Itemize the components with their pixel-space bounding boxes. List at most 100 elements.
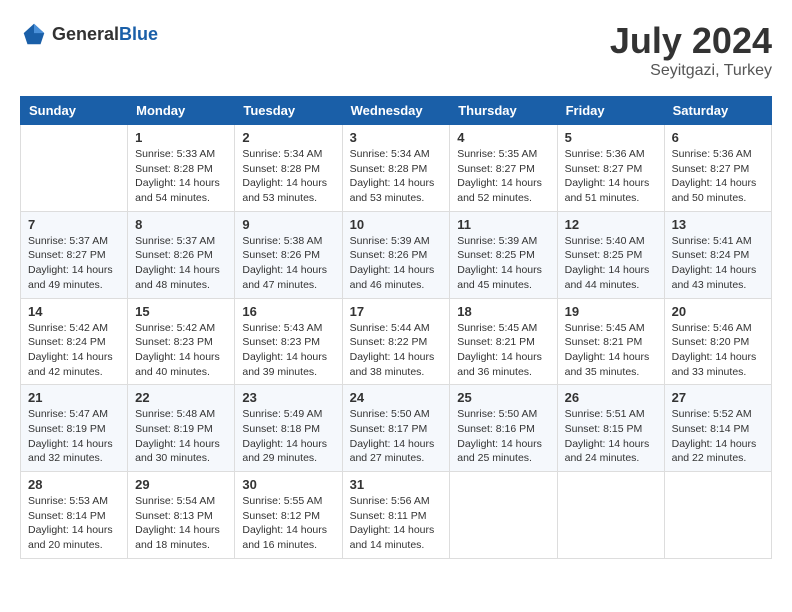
day-info: Sunrise: 5:39 AMSunset: 8:26 PMDaylight:… (350, 234, 443, 293)
day-cell: 14Sunrise: 5:42 AMSunset: 8:24 PMDayligh… (21, 298, 128, 385)
day-info: Sunrise: 5:53 AMSunset: 8:14 PMDaylight:… (28, 494, 120, 553)
week-row-1: 1 Sunrise: 5:33 AMSunset: 8:28 PMDaylight… (21, 125, 772, 212)
day-cell: 27 Sunrise: 5:52 AMSunset: 8:14 PMDayligh… (664, 385, 771, 472)
week-row-3: 14Sunrise: 5:42 AMSunset: 8:24 PMDayligh… (21, 298, 772, 385)
day-info: Sunrise: 5:44 AMSunset: 8:22 PMDaylight:… (350, 321, 443, 380)
day-cell: 2 Sunrise: 5:34 AMSunset: 8:28 PMDaylight… (235, 125, 342, 212)
day-cell: 7 Sunrise: 5:37 AMSunset: 8:27 PMDaylight… (21, 211, 128, 298)
day-cell: 25Sunrise: 5:50 AMSunset: 8:16 PMDayligh… (450, 385, 557, 472)
day-info: Sunrise: 5:50 AMSunset: 8:17 PMDaylight:… (350, 407, 443, 466)
day-info: Sunrise: 5:51 AMSunset: 8:15 PMDaylight:… (565, 407, 657, 466)
day-info: Sunrise: 5:35 AMSunset: 8:27 PMDaylight:… (457, 147, 549, 206)
weekday-header-sunday: Sunday (21, 97, 128, 125)
day-number: 29 (135, 477, 227, 492)
day-number: 21 (28, 390, 120, 405)
day-cell: 11Sunrise: 5:39 AMSunset: 8:25 PMDayligh… (450, 211, 557, 298)
day-info: Sunrise: 5:37 AMSunset: 8:26 PMDaylight:… (135, 234, 227, 293)
day-cell: 8 Sunrise: 5:37 AMSunset: 8:26 PMDaylight… (128, 211, 235, 298)
day-cell: 9 Sunrise: 5:38 AMSunset: 8:26 PMDaylight… (235, 211, 342, 298)
day-cell: 17 Sunrise: 5:44 AMSunset: 8:22 PMDayligh… (342, 298, 450, 385)
logo-text-blue: Blue (119, 24, 158, 44)
weekday-header-friday: Friday (557, 97, 664, 125)
logo-icon (20, 20, 48, 48)
day-info: Sunrise: 5:34 AMSunset: 8:28 PMDaylight:… (242, 147, 334, 206)
day-number: 9 (242, 217, 334, 232)
day-info: Sunrise: 5:45 AMSunset: 8:21 PMDaylight:… (565, 321, 657, 380)
day-info: Sunrise: 5:36 AMSunset: 8:27 PMDaylight:… (672, 147, 764, 206)
day-info: Sunrise: 5:41 AMSunset: 8:24 PMDaylight:… (672, 234, 764, 293)
day-info: Sunrise: 5:43 AMSunset: 8:23 PMDaylight:… (242, 321, 334, 380)
week-row-5: 28Sunrise: 5:53 AMSunset: 8:14 PMDayligh… (21, 472, 772, 559)
day-info: Sunrise: 5:55 AMSunset: 8:12 PMDaylight:… (242, 494, 334, 553)
day-info: Sunrise: 5:34 AMSunset: 8:28 PMDaylight:… (350, 147, 443, 206)
day-number: 11 (457, 217, 549, 232)
day-cell: 5 Sunrise: 5:36 AMSunset: 8:27 PMDaylight… (557, 125, 664, 212)
day-number: 4 (457, 130, 549, 145)
day-number: 12 (565, 217, 657, 232)
day-cell: 18 Sunrise: 5:45 AMSunset: 8:21 PMDayligh… (450, 298, 557, 385)
weekday-header-saturday: Saturday (664, 97, 771, 125)
day-cell: 20 Sunrise: 5:46 AMSunset: 8:20 PMDayligh… (664, 298, 771, 385)
day-number: 26 (565, 390, 657, 405)
weekday-header-monday: Monday (128, 97, 235, 125)
weekday-header-thursday: Thursday (450, 97, 557, 125)
day-number: 31 (350, 477, 443, 492)
day-info: Sunrise: 5:52 AMSunset: 8:14 PMDaylight:… (672, 407, 764, 466)
weekday-header-row: SundayMondayTuesdayWednesdayThursdayFrid… (21, 97, 772, 125)
day-number: 15 (135, 304, 227, 319)
day-number: 20 (672, 304, 764, 319)
day-info: Sunrise: 5:33 AMSunset: 8:28 PMDaylight:… (135, 147, 227, 206)
day-number: 30 (242, 477, 334, 492)
day-info: Sunrise: 5:56 AMSunset: 8:11 PMDaylight:… (350, 494, 443, 553)
day-cell: 29Sunrise: 5:54 AMSunset: 8:13 PMDayligh… (128, 472, 235, 559)
day-number: 8 (135, 217, 227, 232)
day-cell: 15 Sunrise: 5:42 AMSunset: 8:23 PMDayligh… (128, 298, 235, 385)
day-number: 27 (672, 390, 764, 405)
day-info: Sunrise: 5:42 AMSunset: 8:24 PMDaylight:… (28, 321, 120, 380)
day-number: 5 (565, 130, 657, 145)
month-title: July 2024 (610, 20, 772, 62)
day-cell: 6 Sunrise: 5:36 AMSunset: 8:27 PMDaylight… (664, 125, 771, 212)
weekday-header-tuesday: Tuesday (235, 97, 342, 125)
day-cell: 31 Sunrise: 5:56 AMSunset: 8:11 PMDayligh… (342, 472, 450, 559)
day-number: 18 (457, 304, 549, 319)
day-cell: 16 Sunrise: 5:43 AMSunset: 8:23 PMDayligh… (235, 298, 342, 385)
day-info: Sunrise: 5:36 AMSunset: 8:27 PMDaylight:… (565, 147, 657, 206)
day-cell: 28Sunrise: 5:53 AMSunset: 8:14 PMDayligh… (21, 472, 128, 559)
day-number: 13 (672, 217, 764, 232)
page-header: GeneralBlue July 2024 Seyitgazi, Turkey (20, 20, 772, 80)
day-info: Sunrise: 5:37 AMSunset: 8:27 PMDaylight:… (28, 234, 120, 293)
day-number: 2 (242, 130, 334, 145)
day-number: 17 (350, 304, 443, 319)
day-number: 23 (242, 390, 334, 405)
day-cell (21, 125, 128, 212)
location-title: Seyitgazi, Turkey (610, 62, 772, 80)
day-number: 3 (350, 130, 443, 145)
day-number: 25 (457, 390, 549, 405)
day-number: 24 (350, 390, 443, 405)
day-number: 22 (135, 390, 227, 405)
day-info: Sunrise: 5:45 AMSunset: 8:21 PMDaylight:… (457, 321, 549, 380)
day-cell (557, 472, 664, 559)
week-row-4: 21 Sunrise: 5:47 AMSunset: 8:19 PMDayligh… (21, 385, 772, 472)
day-info: Sunrise: 5:42 AMSunset: 8:23 PMDaylight:… (135, 321, 227, 380)
day-cell (664, 472, 771, 559)
day-cell: 23 Sunrise: 5:49 AMSunset: 8:18 PMDayligh… (235, 385, 342, 472)
day-number: 16 (242, 304, 334, 319)
day-cell: 1 Sunrise: 5:33 AMSunset: 8:28 PMDaylight… (128, 125, 235, 212)
logo-text-general: General (52, 24, 119, 44)
weekday-header-wednesday: Wednesday (342, 97, 450, 125)
week-row-2: 7 Sunrise: 5:37 AMSunset: 8:27 PMDaylight… (21, 211, 772, 298)
day-info: Sunrise: 5:38 AMSunset: 8:26 PMDaylight:… (242, 234, 334, 293)
title-block: July 2024 Seyitgazi, Turkey (610, 20, 772, 80)
day-info: Sunrise: 5:46 AMSunset: 8:20 PMDaylight:… (672, 321, 764, 380)
day-info: Sunrise: 5:47 AMSunset: 8:19 PMDaylight:… (28, 407, 120, 466)
day-number: 7 (28, 217, 120, 232)
day-number: 1 (135, 130, 227, 145)
day-cell: 13 Sunrise: 5:41 AMSunset: 8:24 PMDayligh… (664, 211, 771, 298)
day-number: 6 (672, 130, 764, 145)
day-cell: 22 Sunrise: 5:48 AMSunset: 8:19 PMDayligh… (128, 385, 235, 472)
day-info: Sunrise: 5:48 AMSunset: 8:19 PMDaylight:… (135, 407, 227, 466)
day-info: Sunrise: 5:49 AMSunset: 8:18 PMDaylight:… (242, 407, 334, 466)
day-number: 19 (565, 304, 657, 319)
